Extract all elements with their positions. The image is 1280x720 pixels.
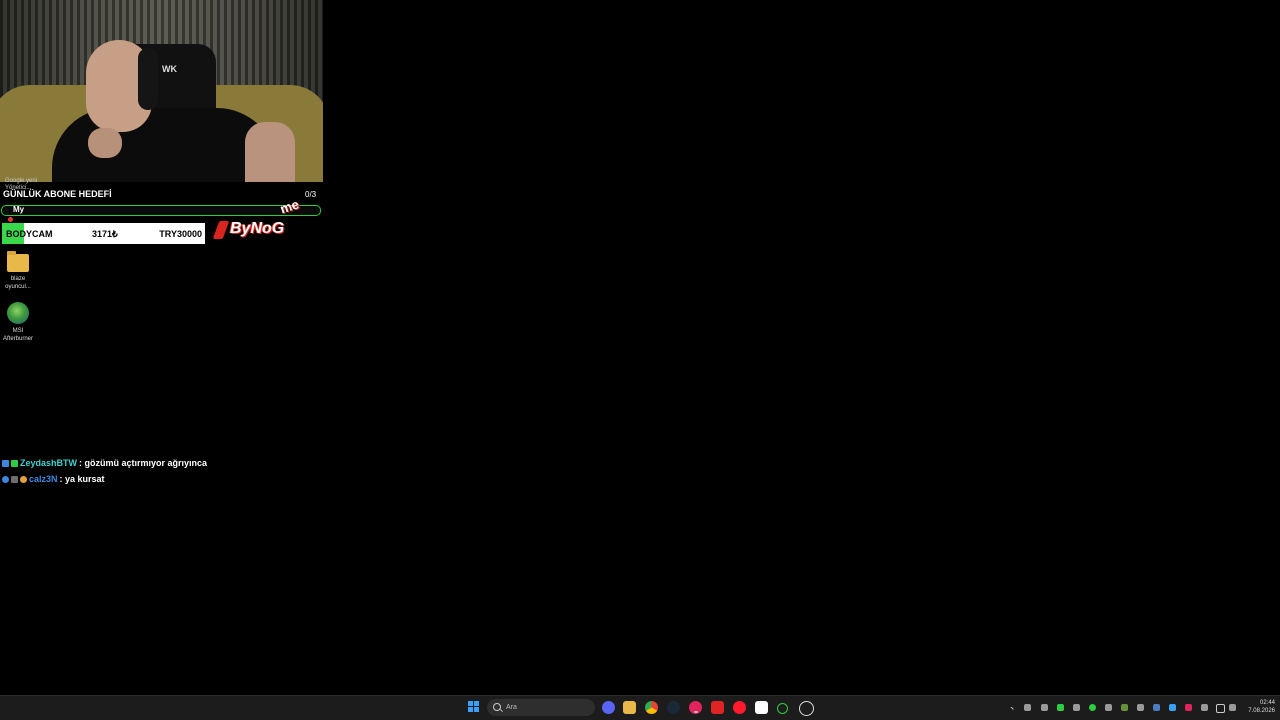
webcam-feed: WK	[0, 0, 323, 182]
tray-app-icon[interactable]	[1185, 704, 1192, 711]
taskbar-search[interactable]: Ara	[487, 699, 595, 716]
recording-dot-icon	[8, 217, 13, 222]
clock-date: 7.08.2026	[1248, 708, 1275, 714]
microphone-icon[interactable]	[1201, 704, 1208, 711]
chat-text: : ya kursat	[59, 474, 105, 484]
brand-text: ByNoG	[230, 220, 285, 237]
tray-app-icon[interactable]	[1169, 704, 1176, 711]
desktop-icon-label: MSI	[12, 328, 24, 334]
desktop-icon-label: oyuncul...	[5, 284, 31, 290]
steam-icon[interactable]	[667, 701, 680, 714]
tray-app-icon[interactable]	[1089, 704, 1096, 711]
goal-name: My	[13, 205, 25, 214]
chat-badge-icon	[2, 459, 9, 467]
chevron-up-icon[interactable]	[1007, 706, 1015, 713]
search-placeholder: Ara	[506, 704, 517, 711]
opera-gx-icon[interactable]	[733, 701, 746, 714]
brand-logo: ByNoG me	[212, 196, 324, 247]
streamer-torso	[52, 108, 277, 182]
brand-slash-icon	[212, 221, 230, 239]
desktop-icon-label: blaze	[10, 276, 26, 282]
chat-text: : gözümü açtırmıyor ağrıyınca	[79, 458, 208, 468]
folder-icon	[7, 251, 29, 272]
chat-username: calz3N	[29, 474, 58, 484]
chat-badge-icon	[20, 475, 27, 483]
goal-progress-bar	[1, 205, 321, 216]
streamer-arm	[245, 122, 295, 182]
tray-app-icon[interactable]	[1105, 704, 1112, 711]
chat-message: calz3N : ya kursat	[2, 474, 105, 484]
tray-app-icon[interactable]	[1153, 704, 1160, 711]
tray-app-icon[interactable]	[1024, 704, 1031, 711]
tray-app-icon[interactable]	[1041, 704, 1048, 711]
tray-app-icon[interactable]	[1057, 704, 1064, 711]
streamer-hand	[88, 128, 122, 158]
chair-logo: WK	[162, 64, 177, 74]
donation-goal: BODYCAM 3171₺ TRY30000	[2, 223, 205, 244]
tray-app-icon[interactable]	[1073, 704, 1080, 711]
donation-amount: 3171₺	[92, 229, 118, 239]
donation-label: BODYCAM	[6, 229, 53, 239]
clock-time: 02:44	[1259, 700, 1275, 706]
spotify-icon[interactable]	[777, 703, 788, 714]
file-explorer-icon[interactable]	[623, 701, 636, 714]
search-icon	[493, 703, 501, 711]
tray-app-icon[interactable]	[1137, 704, 1144, 711]
start-button[interactable]	[468, 701, 481, 714]
chat-badge-icon	[11, 459, 18, 467]
taskbar-clock[interactable]: 02:44 7.08.2026	[1243, 699, 1275, 715]
desktop-icon-msi-afterburner[interactable]: MSI Afterburner	[0, 302, 36, 343]
donation-target: TRY30000	[159, 229, 202, 239]
goal-count: 0/3	[305, 190, 317, 199]
chat-message: ZeydashBTW : gözümü açtırmıyor ağrıyınca	[2, 458, 207, 468]
tray-app-icon[interactable]	[1121, 704, 1128, 711]
chat-badge-icon	[11, 475, 18, 483]
goal-title: GÜNLÜK ABONE HEDEFİ	[3, 189, 112, 199]
msi-afterburner-icon	[7, 302, 29, 324]
desktop-icon-blaze[interactable]: blaze oyuncul...	[0, 251, 36, 291]
monitor-icon[interactable]	[1216, 704, 1225, 713]
desktop-icon-label: Afterburner	[2, 336, 33, 342]
media-player-icon[interactable]	[689, 701, 702, 714]
discord-icon[interactable]	[602, 701, 615, 714]
chat-username: ZeydashBTW	[20, 458, 78, 468]
capcut-icon[interactable]	[755, 701, 768, 714]
headphones	[138, 48, 158, 110]
chat-badge-icon	[2, 475, 9, 483]
volume-icon[interactable]	[1229, 704, 1236, 711]
obs-icon[interactable]	[799, 701, 814, 716]
youtube-icon[interactable]	[711, 701, 724, 714]
taskbar: Ara 02:44 7.08.2026	[0, 695, 1280, 720]
overlay-small-label-1: Google yeni	[5, 178, 38, 184]
chrome-icon[interactable]	[645, 701, 658, 714]
